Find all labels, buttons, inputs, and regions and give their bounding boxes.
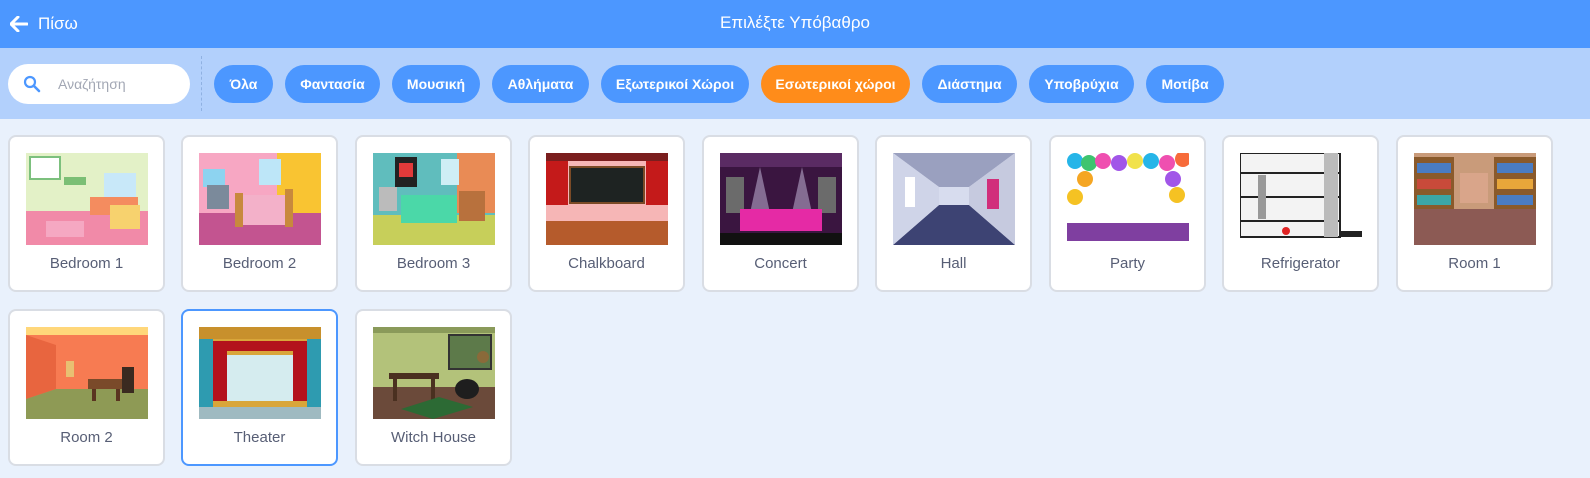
tag-outdoors[interactable]: Εξωτερικοί Χώροι (601, 65, 749, 103)
backdrop-card-witch-house[interactable]: Witch House (355, 309, 512, 466)
backdrop-name: Room 2 (60, 429, 113, 446)
search-icon (23, 75, 41, 98)
backdrop-grid: Bedroom 1 Bedroom 2 Bedroom 3 Chalkboard… (0, 119, 1590, 478)
page-title: Επιλέξτε Υπόβαθρο (720, 13, 870, 32)
tag-space[interactable]: Διάστημα (922, 65, 1017, 103)
tag-underwater[interactable]: Υποβρύχια (1029, 65, 1134, 103)
refrigerator-thumbnail (1240, 153, 1362, 245)
bedroom-3-thumbnail (373, 153, 495, 245)
backdrop-name: Theater (233, 429, 286, 446)
backdrop-card-bedroom-3[interactable]: Bedroom 3 (355, 135, 512, 292)
backdrop-card-bedroom-2[interactable]: Bedroom 2 (181, 135, 338, 292)
theater-thumbnail (199, 327, 321, 419)
backdrop-card-bedroom-1[interactable]: Bedroom 1 (8, 135, 165, 292)
backdrop-card-chalkboard[interactable]: Chalkboard (528, 135, 685, 292)
backdrop-card-room-2[interactable]: Room 2 (8, 309, 165, 466)
tag-all[interactable]: Όλα (214, 65, 273, 103)
backdrop-name: Room 1 (1448, 255, 1501, 272)
backdrop-name: Chalkboard (568, 255, 645, 272)
backdrop-name: Witch House (390, 429, 477, 446)
backdrop-name: Bedroom 3 (396, 255, 471, 272)
backdrop-card-room-1[interactable]: Room 1 (1396, 135, 1553, 292)
search-box[interactable] (8, 64, 190, 104)
header-bar: Πίσω Επιλέξτε Υπόβαθρο (0, 0, 1590, 48)
backdrop-card-theater[interactable]: Theater (181, 309, 338, 466)
tag-indoors[interactable]: Εσωτερικοί χώροι (761, 65, 910, 103)
bedroom-1-thumbnail (26, 153, 148, 245)
search-input[interactable] (58, 64, 183, 104)
filter-bar: Όλα Φαντασία Μουσική Αθλήματα Εξωτερικοί… (0, 48, 1590, 119)
backdrop-name: Concert (754, 255, 807, 272)
tag-fantasy[interactable]: Φαντασία (285, 65, 380, 103)
backdrop-card-refrigerator[interactable]: Refrigerator (1222, 135, 1379, 292)
bedroom-2-thumbnail (199, 153, 321, 245)
party-thumbnail (1067, 153, 1189, 245)
backdrop-name: Refrigerator (1260, 255, 1341, 272)
tag-music[interactable]: Μουσική (392, 65, 480, 103)
tag-patterns[interactable]: Μοτίβα (1146, 65, 1224, 103)
concert-thumbnail (720, 153, 842, 245)
tag-sports[interactable]: Αθλήματα (492, 65, 589, 103)
backdrop-name: Party (1109, 255, 1145, 272)
witch-house-thumbnail (373, 327, 495, 419)
backdrop-card-hall[interactable]: Hall (875, 135, 1032, 292)
backdrop-name: Bedroom 2 (222, 255, 297, 272)
divider (201, 56, 202, 111)
backdrop-name: Bedroom 1 (49, 255, 124, 272)
room-2-thumbnail (26, 327, 148, 419)
backdrop-card-concert[interactable]: Concert (702, 135, 859, 292)
backdrop-name: Hall (940, 255, 967, 272)
room-1-thumbnail (1414, 153, 1536, 245)
chalkboard-thumbnail (546, 153, 668, 245)
backdrop-card-party[interactable]: Party (1049, 135, 1206, 292)
hall-thumbnail (893, 153, 1015, 245)
